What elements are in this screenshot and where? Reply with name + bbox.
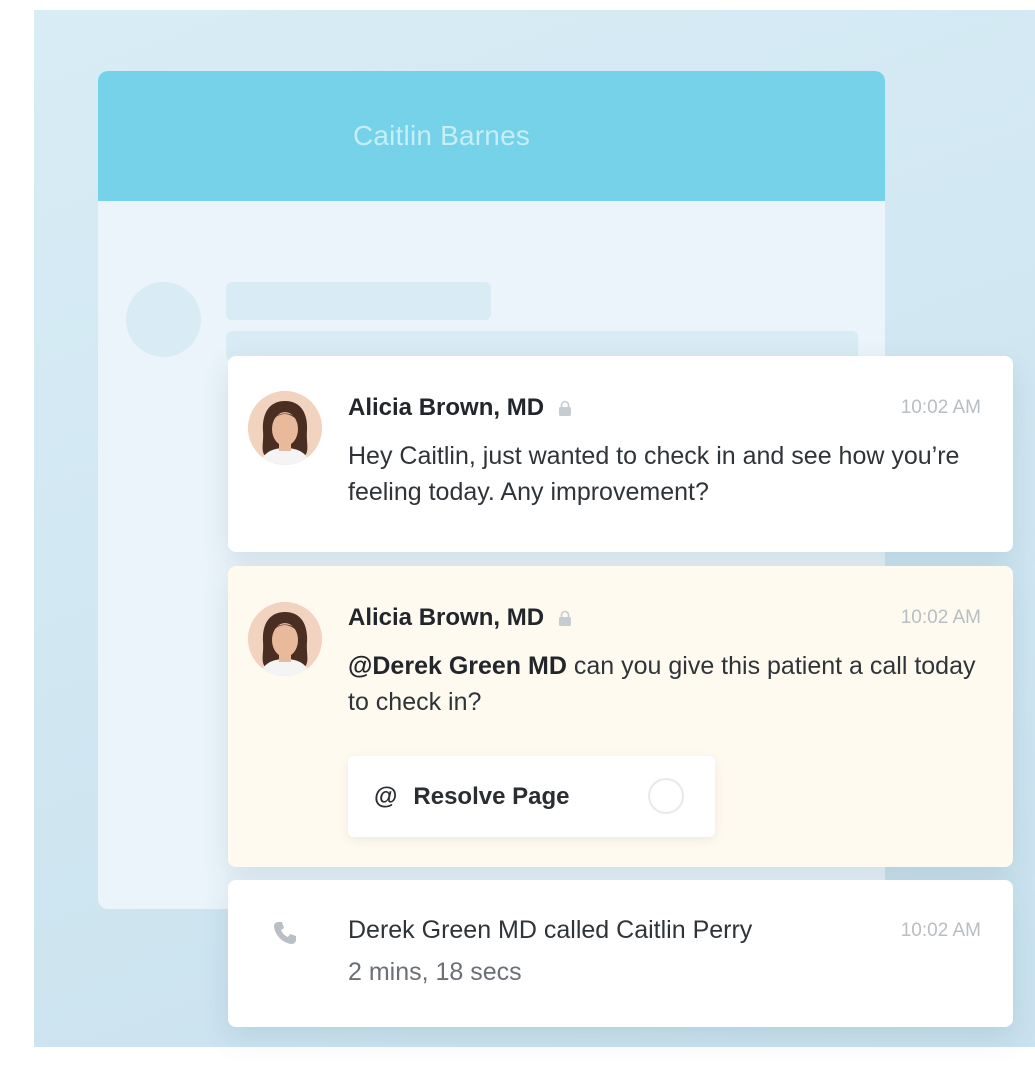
message-text: @Derek Green MD can you give this patien… (348, 648, 987, 720)
page-message-card[interactable]: Alicia Brown, MD 10:02 AM @Derek Green M… (228, 566, 1013, 867)
doctor-avatar-icon (248, 602, 322, 676)
doctor-avatar-icon (248, 391, 322, 465)
call-log-header: Derek Green MD called Caitlin Perry 10:0… (348, 916, 981, 945)
call-log-time: 10:02 AM (900, 919, 981, 941)
phone-icon (274, 922, 296, 944)
lock-icon (559, 400, 572, 416)
message-header: Alicia Brown, MD 10:02 AM (348, 602, 981, 634)
call-duration: 2 mins, 18 secs (348, 958, 522, 986)
mention-tag[interactable]: @Derek Green MD (348, 652, 567, 680)
placeholder-avatar (126, 282, 201, 357)
message-header: Alicia Brown, MD 10:02 AM (348, 392, 981, 424)
message-time: 10:02 AM (900, 397, 981, 418)
patient-name: Caitlin Barnes (352, 120, 531, 151)
call-log-text: Derek Green MD called Caitlin Perry (348, 916, 753, 944)
patient-name-header: Caitlin Barnes (98, 71, 885, 201)
call-log-card[interactable]: Derek Green MD called Caitlin Perry 10:0… (228, 880, 1013, 1027)
resolve-page-label: Resolve Page (413, 782, 570, 810)
resolve-page-button[interactable]: @ Resolve Page (348, 756, 715, 837)
message-card[interactable]: Alicia Brown, MD 10:02 AM Hey Caitlin, j… (228, 356, 1013, 552)
placeholder-line (226, 282, 491, 320)
author-name: Alicia Brown, MD (348, 394, 545, 421)
message-text: Hey Caitlin, just wanted to check in and… (348, 442, 960, 506)
author-name: Alicia Brown, MD (348, 604, 545, 631)
resolve-checkbox[interactable] (648, 778, 684, 814)
at-icon: @ (374, 782, 398, 810)
lock-icon (559, 610, 572, 626)
message-time: 10:02 AM (900, 607, 981, 628)
